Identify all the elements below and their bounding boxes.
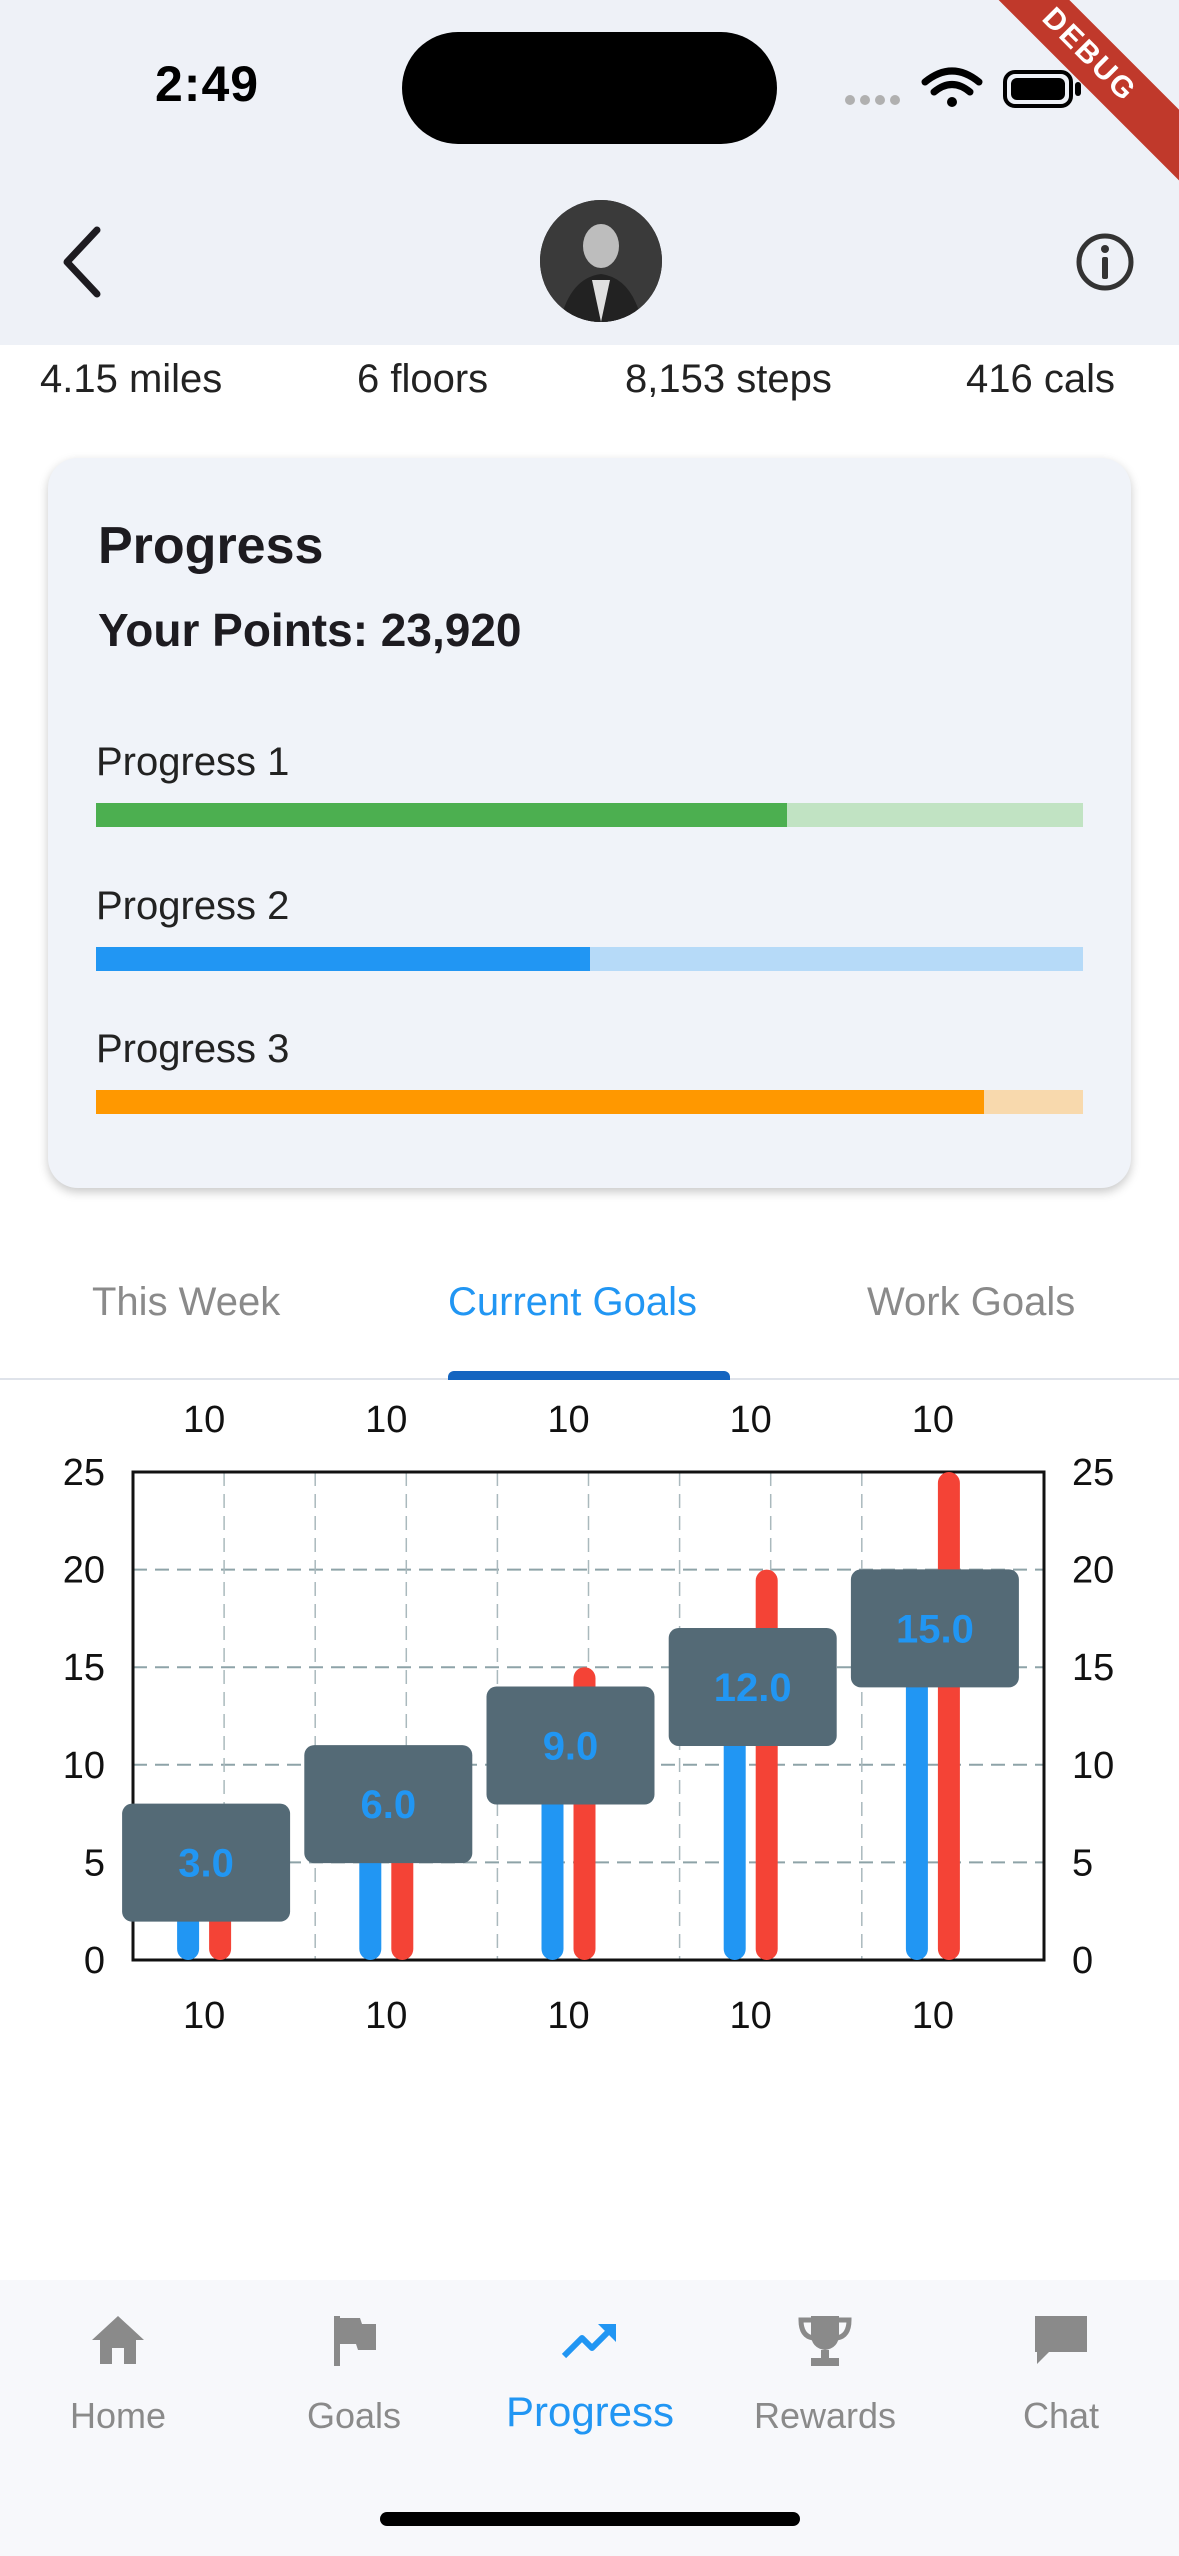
trophy-icon (798, 2316, 852, 2366)
chat-icon (1035, 2316, 1087, 2364)
signal-icon (845, 95, 900, 105)
bar-chart: 0 0 5 5 10 10 15 15 20 20 25 25 10 10 10 10 10 10 10 10 10 10… (63, 1399, 1115, 2037)
x-tick-bottom: 10 (730, 1995, 772, 2037)
x-tick-top: 10 (183, 1399, 225, 1441)
progress-card: Progress Your Points: 23,920 Progress 1 … (48, 458, 1131, 1188)
y-tick-left: 25 (63, 1452, 105, 1494)
y-tick-right: 20 (1072, 1550, 1114, 1592)
stat-distance: 4.15 miles (40, 357, 223, 401)
bar-tooltip-value: 12.0 (714, 1666, 792, 1710)
x-tick-top: 10 (912, 1399, 954, 1441)
y-tick-right: 10 (1072, 1745, 1114, 1787)
nav-goals-label: Goals (306, 2395, 402, 2436)
bar-tooltip-value: 9.0 (543, 1725, 599, 1769)
bar-tooltip-value: 15.0 (896, 1607, 974, 1651)
x-tick-bottom: 10 (547, 1995, 589, 2037)
nav-progress[interactable]: Progress (472, 2280, 708, 2440)
tab-this-week[interactable]: This Week (92, 1280, 280, 1325)
trending-up-icon (561, 2324, 616, 2359)
y-tick-left: 20 (63, 1550, 105, 1592)
tab-work-goals[interactable]: Work Goals (867, 1280, 1075, 1325)
nav-rewards-label: Rewards (753, 2395, 897, 2436)
progress-1-bar (96, 803, 1083, 827)
progress-2-fill (96, 947, 590, 971)
progress-1-label: Progress 1 (96, 740, 290, 784)
battery-icon (1003, 70, 1081, 108)
y-tick-left: 10 (63, 1745, 105, 1787)
stat-floors: 6 floors (357, 357, 489, 401)
x-tick-bottom: 10 (912, 1995, 954, 2037)
info-icon[interactable] (1073, 230, 1137, 294)
home-indicator (380, 2512, 800, 2526)
y-tick-right: 0 (1072, 1940, 1093, 1982)
stat-calories: 416 cals (966, 357, 1115, 401)
y-tick-right: 25 (1072, 1452, 1114, 1494)
app-header: 2:49 DEBUG (0, 0, 1179, 345)
y-tick-right: 5 (1072, 1842, 1093, 1884)
x-tick-bottom: 10 (183, 1995, 225, 2037)
nav-chat-label: Chat (1022, 2395, 1100, 2436)
home-icon (92, 2316, 144, 2364)
x-tick-top: 10 (365, 1399, 407, 1441)
progress-3-label: Progress 3 (96, 1027, 290, 1071)
tab-current-goals[interactable]: Current Goals (448, 1280, 697, 1325)
bar-tooltip-value: 3.0 (178, 1842, 234, 1886)
status-icons (845, 67, 1081, 108)
points-label: Your Points: 23,920 (98, 604, 522, 656)
goals-chart: 0 0 5 5 10 10 15 15 20 20 25 25 10 10 10 10 10 10 10 10 10 10… (0, 1380, 1179, 2280)
y-tick-left: 0 (84, 1940, 105, 1982)
progress-1-fill (96, 803, 787, 827)
x-tick-bottom: 10 (365, 1995, 407, 2037)
wifi-icon (921, 67, 983, 107)
progress-3-fill (96, 1090, 985, 1114)
chart-bar (905, 1667, 928, 1960)
tab-indicator (448, 1371, 730, 1380)
status-time: 2:49 (155, 56, 260, 112)
nav-home[interactable]: Home (0, 2280, 236, 2440)
y-tick-right: 15 (1072, 1647, 1114, 1689)
chart-bar (723, 1725, 746, 1960)
bar-tooltip-value: 6.0 (360, 1783, 416, 1827)
user-avatar-image (540, 200, 662, 322)
card-title: Progress (98, 517, 324, 575)
nav-home-label: Home (69, 2395, 167, 2436)
y-tick-left: 5 (84, 1842, 105, 1884)
chart-bar (937, 1472, 960, 1960)
nav-chat[interactable]: Chat (943, 2280, 1179, 2440)
stats-row: 4.15 miles 6 floors 8,153 steps 416 cals (0, 345, 1179, 420)
nav-progress-label: Progress (505, 2388, 675, 2435)
x-tick-top: 10 (547, 1399, 589, 1441)
chart-bar (541, 1784, 564, 1960)
stat-steps: 8,153 steps (625, 357, 832, 401)
nav-rewards[interactable]: Rewards (707, 2280, 943, 2440)
goal-tabs: This Week Current Goals Work Goals (0, 1255, 1179, 1380)
avatar[interactable] (540, 200, 662, 322)
progress-2-label: Progress 2 (96, 884, 290, 928)
y-tick-left: 15 (63, 1647, 105, 1689)
flag-icon (334, 2316, 376, 2366)
chevron-left-icon[interactable] (55, 222, 115, 302)
nav-goals[interactable]: Goals (236, 2280, 472, 2440)
x-tick-top: 10 (730, 1399, 772, 1441)
progress-2-bar (96, 947, 1083, 971)
dynamic-island (402, 32, 777, 144)
progress-3-bar (96, 1090, 1083, 1114)
